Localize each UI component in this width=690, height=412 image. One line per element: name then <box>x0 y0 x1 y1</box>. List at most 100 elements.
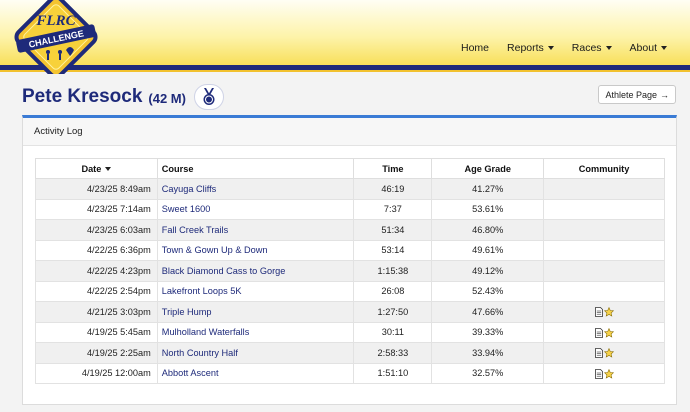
cell-course-link[interactable]: Cayuga Cliffs <box>156 178 355 200</box>
cell-course-link[interactable]: Fall Creek Trails <box>156 219 355 241</box>
nav-about-label: About <box>629 42 657 54</box>
document-icon[interactable] <box>594 368 603 379</box>
table-row: 4/19/25 5:45am Mulholland Waterfalls 30:11… <box>35 321 665 343</box>
community-actions <box>594 307 614 317</box>
table-row: 4/21/25 3:03pm Triple Hump 1:27:50 47.66% <box>35 301 665 323</box>
table-header-row: Date Course Time Age Grade Community <box>35 158 665 179</box>
cell-age-grade: 32.57% <box>431 362 545 384</box>
nav-home[interactable]: Home <box>452 42 498 54</box>
cell-community <box>543 342 665 364</box>
main-nav: Home Reports Races About <box>452 42 676 54</box>
nav-about[interactable]: About <box>621 42 676 54</box>
nav-races-label: Races <box>571 42 602 54</box>
cell-course-link[interactable]: Sweet 1600 <box>156 198 355 220</box>
cell-course-link[interactable]: Abbott Ascent <box>156 362 355 384</box>
community-actions <box>594 327 614 338</box>
cell-date: 4/19/25 2:25am <box>35 342 158 364</box>
medal-icon <box>203 88 215 105</box>
cell-community <box>543 198 665 220</box>
cell-date: 4/23/25 6:03am <box>35 219 158 241</box>
nav-reports[interactable]: Reports <box>498 42 563 54</box>
document-icon[interactable] <box>594 348 603 358</box>
cell-date: 4/19/25 12:00am <box>35 362 158 384</box>
flrc-challenge-logo[interactable]: FLRC CHALLENGE <box>12 0 100 74</box>
arrow-right-icon: → <box>660 89 669 100</box>
caret-down-icon <box>547 46 554 50</box>
cell-age-grade: 39.33% <box>431 321 545 343</box>
table-row: 4/19/25 2:25am North Country Half 2:58:33 3… <box>35 342 665 364</box>
cell-age-grade: 52.43% <box>431 280 545 302</box>
medal-button[interactable] <box>193 84 224 110</box>
activity-table: Date Course Time Age Grade Community 4/2… <box>35 158 665 384</box>
cell-time: 1:27:50 <box>353 301 433 323</box>
cell-date: 4/22/25 4:23pm <box>35 260 158 282</box>
cell-community <box>543 301 665 323</box>
nav-home-label: Home <box>461 42 490 54</box>
cell-community <box>543 260 665 282</box>
cell-time: 30:11 <box>353 321 433 343</box>
table-row: 4/23/25 8:49am Cayuga Cliffs 46:19 41.27% <box>35 178 665 200</box>
cell-date: 4/22/25 2:54pm <box>35 280 158 302</box>
cell-community <box>543 362 665 384</box>
cell-time: 26:08 <box>353 280 433 302</box>
column-header-age-grade[interactable]: Age Grade <box>431 158 545 179</box>
cell-date: 4/22/25 6:36pm <box>35 239 158 261</box>
cell-time: 2:58:33 <box>353 342 433 364</box>
cell-time: 46:19 <box>353 178 433 200</box>
cell-course-link[interactable]: Triple Hump <box>156 301 355 323</box>
community-actions <box>594 368 614 379</box>
column-header-date[interactable]: Date <box>35 158 158 179</box>
cell-age-grade: 41.27% <box>431 178 545 200</box>
cell-course-link[interactable]: Black Diamond Cass to Gorge <box>156 260 355 282</box>
cell-date: 4/19/25 5:45am <box>35 321 158 343</box>
cell-course-link[interactable]: Mulholland Waterfalls <box>156 321 355 343</box>
cell-time: 1:15:38 <box>353 260 433 282</box>
column-header-time[interactable]: Time <box>353 158 433 179</box>
table-row: 4/23/25 7:14am Sweet 1600 7:37 53.61% <box>35 198 665 220</box>
nav-reports-label: Reports <box>507 42 544 54</box>
activity-log-card: Activity Log Date Course Time Age Grade … <box>22 115 677 405</box>
star-icon[interactable] <box>603 348 614 358</box>
column-header-course[interactable]: Course <box>156 158 355 179</box>
logo-text-flrc: FLRC <box>35 13 76 29</box>
cell-community <box>543 239 665 261</box>
sort-desc-icon <box>105 167 112 172</box>
column-header-date-label: Date <box>81 163 102 174</box>
nav-races[interactable]: Races <box>563 42 621 54</box>
cell-time: 1:51:10 <box>353 362 433 384</box>
cell-time: 7:37 <box>353 198 433 220</box>
activity-log-header: Activity Log <box>23 118 676 146</box>
cell-time: 53:14 <box>353 239 433 261</box>
athlete-title-row: Pete Kresock (42 M) <box>22 84 224 110</box>
table-row: 4/22/25 4:23pm Black Diamond Cass to Gorg… <box>35 260 665 282</box>
cell-time: 51:34 <box>353 219 433 241</box>
cell-date: 4/23/25 8:49am <box>35 178 158 200</box>
athlete-page-button[interactable]: Athlete Page → <box>598 85 676 104</box>
cell-course-link[interactable]: North Country Half <box>156 342 355 364</box>
cell-date: 4/23/25 7:14am <box>35 198 158 220</box>
athlete-name: Pete Kresock <box>22 86 143 107</box>
cell-community <box>543 178 665 200</box>
cell-community <box>543 219 665 241</box>
activity-log-title: Activity Log <box>34 126 83 137</box>
cell-age-grade: 46.80% <box>431 219 545 241</box>
cell-course-link[interactable]: Lakefront Loops 5K <box>156 280 355 302</box>
caret-down-icon <box>605 46 612 50</box>
star-icon[interactable] <box>603 307 614 317</box>
athlete-page-label: Athlete Page <box>605 89 657 100</box>
header-accent-stripe <box>0 70 690 72</box>
star-icon[interactable] <box>603 368 614 379</box>
caret-down-icon <box>661 46 667 50</box>
document-icon[interactable] <box>594 307 603 317</box>
cell-course-link[interactable]: Town & Gown Up & Down <box>156 239 355 261</box>
athlete-age-gender: (42 M) <box>148 91 186 106</box>
cell-community <box>543 321 665 343</box>
cell-age-grade: 49.12% <box>431 260 545 282</box>
document-icon[interactable] <box>594 327 603 338</box>
table-row: 4/22/25 6:36pm Town & Gown Up & Down 53:14… <box>35 239 665 261</box>
site-header <box>0 0 690 68</box>
star-icon[interactable] <box>603 327 614 338</box>
column-header-community[interactable]: Community <box>543 158 665 179</box>
table-row: 4/19/25 12:00am Abbott Ascent 1:51:10 32.57… <box>35 362 665 384</box>
table-row: 4/23/25 6:03am Fall Creek Trails 51:34 46.8… <box>35 219 665 241</box>
